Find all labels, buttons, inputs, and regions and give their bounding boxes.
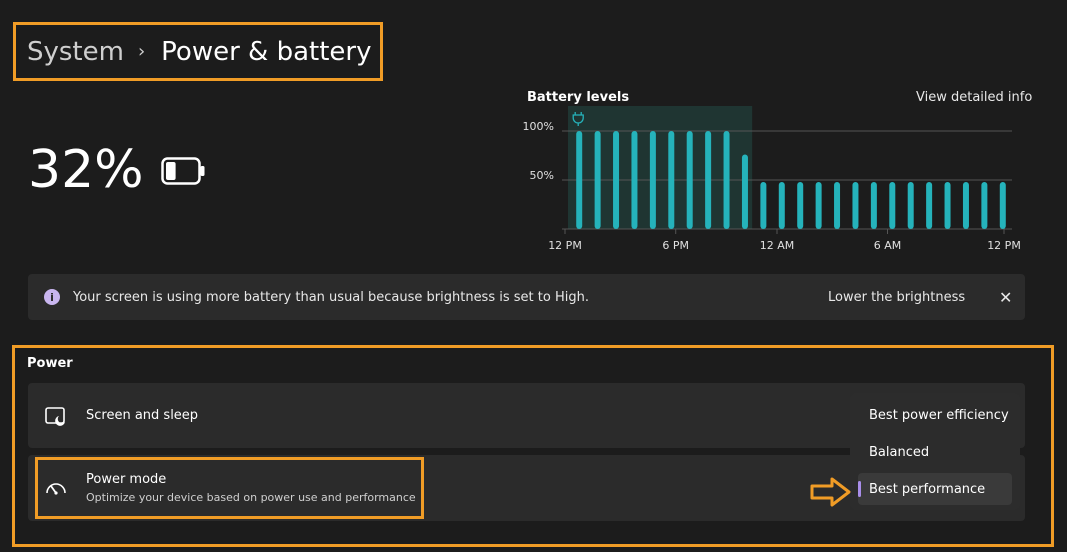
power-heading: Power	[27, 356, 73, 371]
option-best-power-efficiency[interactable]: Best power efficiency	[858, 399, 1012, 431]
option-balanced[interactable]: Balanced	[858, 436, 1012, 468]
chart-bar	[907, 181, 914, 229]
notification-text: Your screen is using more battery than u…	[73, 289, 589, 305]
chart-bar	[723, 131, 730, 229]
chart-bar	[852, 181, 859, 229]
battery-icon	[161, 157, 205, 185]
x-tick-label: 12 PM	[987, 239, 1021, 252]
chart-bar	[649, 131, 656, 229]
chart-bar	[594, 131, 601, 229]
arrow-right-icon	[810, 477, 851, 507]
x-tick-label: 6 PM	[662, 239, 689, 252]
chart-bar	[576, 131, 583, 229]
page-title: Power & battery	[161, 36, 372, 67]
chart-bar	[631, 131, 638, 229]
breadcrumb-system-link[interactable]: System	[27, 37, 124, 67]
x-tick-label: 12 PM	[548, 239, 582, 252]
chart-bar	[668, 131, 675, 229]
chart-bar	[760, 181, 767, 229]
chart-bar	[870, 181, 877, 229]
chart-bar	[778, 181, 785, 229]
chart-bar	[834, 181, 841, 229]
y-tick-label: 50%	[530, 169, 554, 182]
close-icon[interactable]: ✕	[999, 288, 1012, 307]
battery-chart-svg: 100% 50% 12 PM 6 PM 12 AM 6 AM 12 PM	[523, 106, 1021, 252]
battery-percentage: 32%	[28, 140, 144, 200]
option-best-performance[interactable]: Best performance	[858, 473, 1012, 505]
screen-and-sleep-label: Screen and sleep	[86, 408, 199, 423]
chart-bar	[741, 154, 748, 229]
chart-bar	[962, 181, 969, 229]
chart-bar	[999, 181, 1006, 229]
screen-sleep-icon	[45, 407, 65, 426]
lower-brightness-link[interactable]: Lower the brightness	[828, 290, 965, 305]
chart-bar	[705, 131, 712, 229]
x-tick-label: 12 AM	[760, 239, 795, 252]
battery-levels-chart: 100% 50% 12 PM 6 PM 12 AM 6 AM 12 PM	[520, 106, 1030, 256]
chart-bar	[926, 181, 933, 229]
view-detailed-info-link[interactable]: View detailed info	[916, 90, 1032, 105]
brightness-notification: i Your screen is using more battery than…	[28, 274, 1025, 320]
power-mode-dropdown[interactable]: Best power efficiency Balanced Best perf…	[850, 393, 1020, 510]
chart-bar	[613, 131, 620, 229]
power-mode-highlight	[35, 457, 424, 519]
chart-bar	[944, 181, 951, 229]
chart-bar	[686, 131, 693, 229]
chart-bar	[889, 181, 896, 229]
chart-title: Battery levels	[527, 90, 630, 105]
x-tick-label: 6 AM	[874, 239, 902, 252]
chart-bar	[797, 181, 804, 229]
breadcrumb: System › Power & battery	[13, 22, 383, 81]
y-tick-label: 100%	[523, 120, 554, 133]
chart-bar	[981, 181, 988, 229]
info-icon: i	[44, 289, 60, 305]
chart-bar	[815, 181, 822, 229]
chevron-right-icon: ›	[137, 41, 146, 62]
